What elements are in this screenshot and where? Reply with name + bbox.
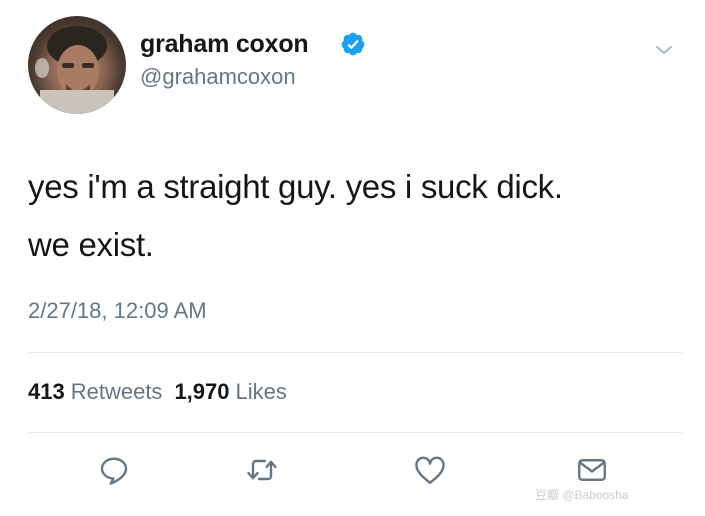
retweets-label: Retweets (70, 379, 163, 404)
likes-stat[interactable]: 1,970 Likes (174, 379, 286, 404)
divider (28, 432, 683, 433)
tweet-card: graham coxon @grahamcoxon yes i'm a stra… (0, 0, 705, 516)
likes-count: 1,970 (174, 379, 230, 404)
tweet-stats: 413 Retweets 1,970 Likes (28, 379, 287, 405)
chevron-down-icon[interactable] (652, 38, 676, 62)
tweet-timestamp[interactable]: 2/27/18, 12:09 AM (28, 298, 207, 324)
retweets-stat[interactable]: 413 Retweets (28, 379, 162, 404)
watermark: 豆瓣 @Baboosha (535, 488, 629, 502)
user-handle[interactable]: @grahamcoxon (140, 64, 296, 90)
reply-icon[interactable] (96, 452, 132, 488)
verified-badge-icon (341, 32, 365, 56)
like-icon[interactable] (412, 452, 448, 488)
likes-label: Likes (235, 379, 287, 404)
avatar[interactable] (28, 16, 126, 114)
tweet-text-line: we exist. (28, 226, 154, 263)
display-name[interactable]: graham coxon (140, 30, 309, 59)
message-icon[interactable] (574, 452, 610, 488)
divider (28, 352, 683, 353)
retweets-count: 413 (28, 379, 65, 404)
tweet-text: yes i'm a straight guy. yes i suck dick.… (28, 158, 678, 274)
avatar-photo-icon (35, 26, 114, 114)
retweet-icon[interactable] (244, 452, 280, 488)
tweet-text-line: yes i'm a straight guy. yes i suck dick. (28, 168, 563, 205)
